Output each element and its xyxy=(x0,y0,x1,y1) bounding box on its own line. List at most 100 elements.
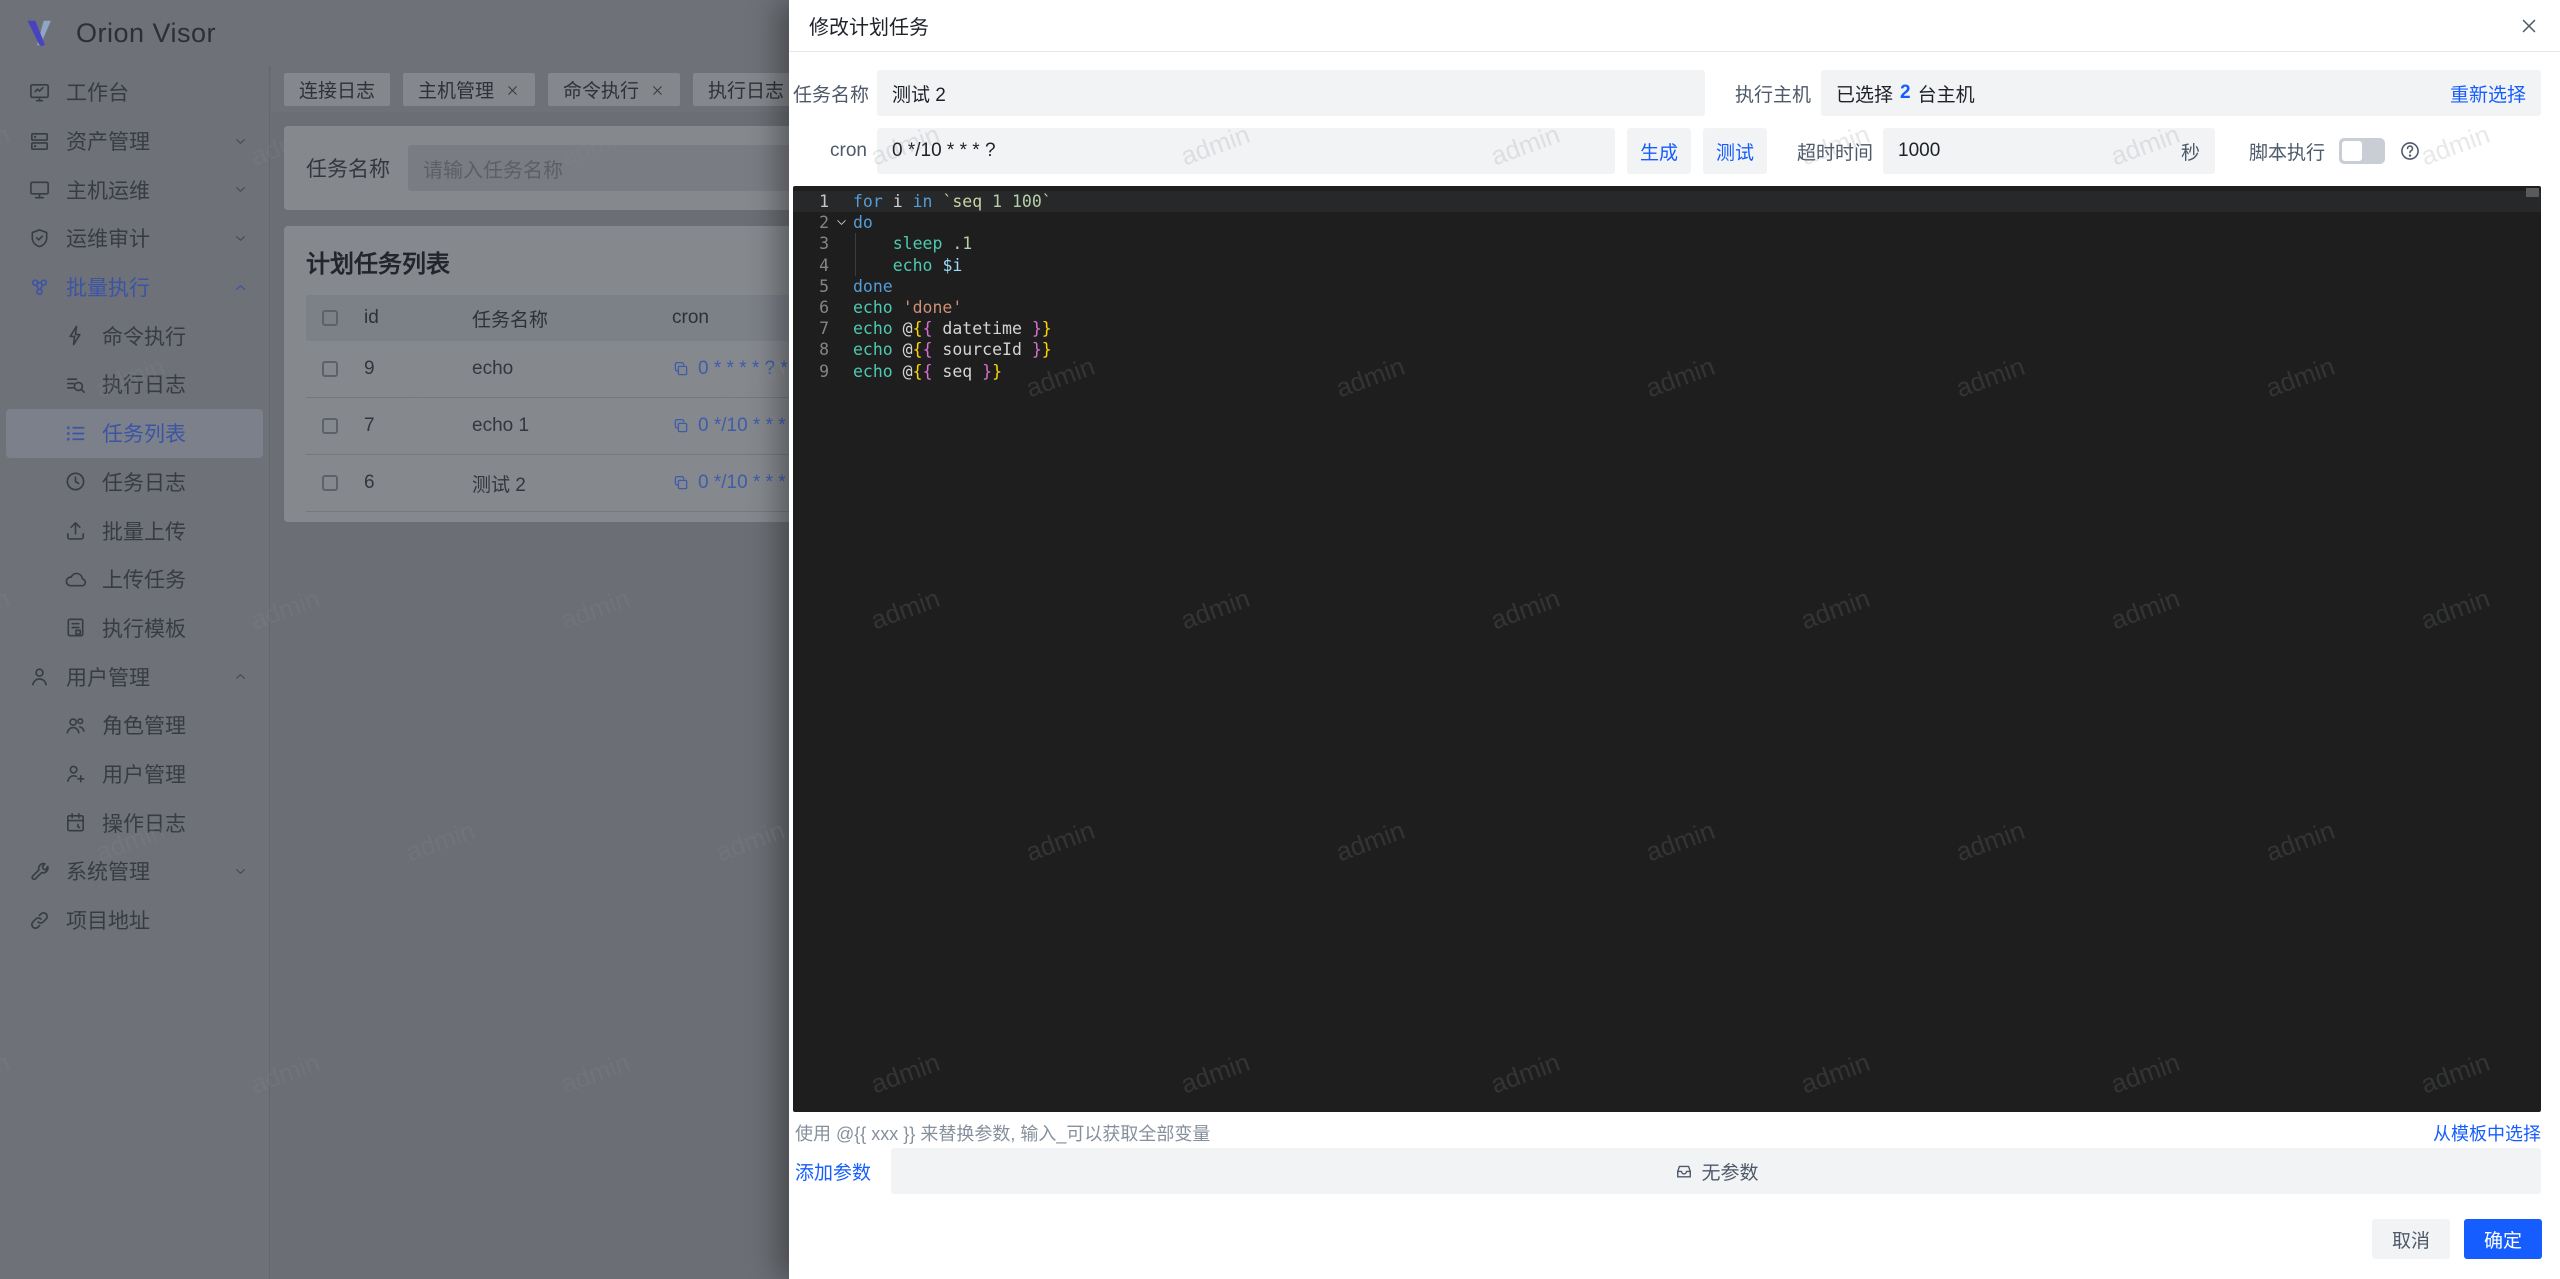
exec-host-field[interactable]: 已选择 2 台主机 重新选择 xyxy=(1821,70,2541,116)
fold-gutter xyxy=(829,339,853,360)
sidebar-item-exec-template[interactable]: 执行模板 xyxy=(6,604,263,653)
code-text: for i in `seq 1 100` xyxy=(853,191,2541,212)
cell-id: 9 xyxy=(364,358,472,380)
sidebar-item-user-mgmt[interactable]: 用户管理 xyxy=(6,652,263,701)
sidebar-item-task-list[interactable]: 任务列表 xyxy=(6,409,263,458)
task-name-value: 测试 2 xyxy=(892,80,946,107)
cancel-button[interactable]: 取消 xyxy=(2372,1219,2450,1259)
tab-label: 执行日志 xyxy=(708,76,784,103)
sidebar-item-role-mgmt[interactable]: 角色管理 xyxy=(6,701,263,750)
tab-命令执行[interactable]: 命令执行 xyxy=(548,73,680,106)
sidebar-item-host-ops[interactable]: 主机运维 xyxy=(6,165,263,214)
app-logo-icon xyxy=(22,13,62,53)
system-icon xyxy=(28,860,51,883)
script-code-editor[interactable]: 1 for i in `seq 1 100` 2 do 3 sleep .1 4… xyxy=(793,186,2541,1112)
cron-input[interactable]: 0 */10 * * * ? xyxy=(877,128,1615,174)
drawer-title: 修改计划任务 xyxy=(809,11,2518,40)
task-list-icon xyxy=(64,422,87,445)
test-cron-button[interactable]: 测试 xyxy=(1703,128,1767,174)
fold-gutter xyxy=(829,191,853,212)
edit-task-drawer: 修改计划任务 任务名称 测试 2 执行主机 已选择 2 台主机 重新选择 cro… xyxy=(789,0,2560,1279)
filter-label: 任务名称 xyxy=(306,153,390,183)
command-icon xyxy=(64,324,87,347)
confirm-button[interactable]: 确定 xyxy=(2464,1219,2542,1259)
sidebar-item-label: 工作台 xyxy=(66,77,249,107)
row-checkbox[interactable] xyxy=(322,361,338,377)
sidebar-item-workbench[interactable]: 工作台 xyxy=(6,68,263,117)
cron-text[interactable]: 0 * * * * ? * xyxy=(698,358,788,380)
sidebar-item-user-mgmt-sub[interactable]: 用户管理 xyxy=(6,750,263,799)
sidebar-item-command-exec[interactable]: 命令执行 xyxy=(6,311,263,360)
sidebar-item-label: 资产管理 xyxy=(66,126,232,156)
exec-host-label: 执行主机 xyxy=(1723,80,1811,107)
cron-text[interactable]: 0 */10 * * * ? xyxy=(698,415,802,437)
host-selected-suffix: 台主机 xyxy=(1918,80,1975,107)
code-text: echo @{{ seq }} xyxy=(853,361,2541,382)
help-icon[interactable] xyxy=(2399,140,2421,162)
sidebar-item-ops-audit[interactable]: 运维审计 xyxy=(6,214,263,263)
user-icon xyxy=(28,665,51,688)
sidebar-item-project-link[interactable]: 项目地址 xyxy=(6,896,263,945)
hint-row: 使用 @{{ xxx }} 来替换参数, 输入_可以获取全部变量 从模板中选择 xyxy=(795,1120,2541,1146)
drawer-header: 修改计划任务 xyxy=(789,0,2560,52)
add-param-button[interactable]: 添加参数 xyxy=(795,1158,871,1185)
reselect-hosts-link[interactable]: 重新选择 xyxy=(2450,80,2526,107)
tab-主机管理[interactable]: 主机管理 xyxy=(403,73,535,106)
close-icon[interactable] xyxy=(2518,15,2540,37)
sidebar-item-label: 操作日志 xyxy=(102,808,249,838)
fold-gutter xyxy=(829,297,853,318)
tab-close-icon[interactable] xyxy=(650,82,665,97)
sidebar-item-task-log[interactable]: 任务日志 xyxy=(6,458,263,507)
code-line: 9 echo @{{ seq }} xyxy=(793,361,2541,382)
sidebar-item-system-mgmt[interactable]: 系统管理 xyxy=(6,847,263,896)
editor-scrollbar-thumb[interactable] xyxy=(2526,188,2539,197)
copy-icon[interactable] xyxy=(672,417,690,435)
select-all-checkbox[interactable] xyxy=(322,310,338,326)
cron-text[interactable]: 0 */10 * * * ? xyxy=(698,472,802,494)
host-selected-prefix: 已选择 xyxy=(1836,80,1893,107)
code-text: done xyxy=(853,276,2541,297)
cron-value: 0 */10 * * * ? xyxy=(892,140,996,162)
col-name: 任务名称 xyxy=(472,305,672,332)
generate-cron-button[interactable]: 生成 xyxy=(1627,128,1691,174)
task-name-input[interactable]: 测试 2 xyxy=(877,70,1705,116)
tab-连接日志[interactable]: 连接日志 xyxy=(284,73,390,106)
fold-gutter xyxy=(829,361,853,382)
sidebar-item-label: 运维审计 xyxy=(66,223,232,253)
row-checkbox[interactable] xyxy=(322,418,338,434)
sidebar-item-asset-mgmt[interactable]: 资产管理 xyxy=(6,117,263,166)
sidebar-item-label: 任务日志 xyxy=(102,467,249,497)
tab-close-icon[interactable] xyxy=(505,82,520,97)
col-id: id xyxy=(364,307,472,329)
sidebar-item-op-log[interactable]: 操作日志 xyxy=(6,798,263,847)
cell-id: 6 xyxy=(364,472,472,494)
fold-gutter xyxy=(829,276,853,297)
user-add-icon xyxy=(64,762,87,785)
form-row-1: 任务名称 测试 2 执行主机 已选择 2 台主机 重新选择 xyxy=(793,70,2541,116)
chevron-down-icon xyxy=(232,181,249,198)
sidebar-item-label: 执行日志 xyxy=(102,369,249,399)
task-name-filter-input[interactable]: 请输入任务名称 xyxy=(408,145,790,191)
sidebar-item-batch-upload[interactable]: 批量上传 xyxy=(6,506,263,555)
line-number: 8 xyxy=(793,339,829,360)
line-number: 7 xyxy=(793,318,829,339)
timeout-input[interactable]: 1000 秒 xyxy=(1883,128,2215,174)
sidebar-item-upload-task[interactable]: 上传任务 xyxy=(6,555,263,604)
timeout-value: 1000 xyxy=(1898,140,1940,162)
select-from-template-link[interactable]: 从模板中选择 xyxy=(2433,1120,2541,1146)
sidebar-item-exec-log[interactable]: 执行日志 xyxy=(6,360,263,409)
asset-icon xyxy=(28,130,51,153)
script-exec-toggle[interactable] xyxy=(2339,138,2385,164)
tab-label: 主机管理 xyxy=(418,76,494,103)
upload-icon xyxy=(64,519,87,542)
code-text: echo @{{ sourceId }} xyxy=(853,339,2541,360)
sidebar-item-label: 命令执行 xyxy=(102,321,249,351)
sidebar-item-batch-exec[interactable]: 批量执行 xyxy=(6,263,263,312)
copy-icon[interactable] xyxy=(672,360,690,378)
form-row-2: cron 0 */10 * * * ? 生成 测试 超时时间 1000 秒 脚本… xyxy=(793,128,2541,174)
sidebar-item-label: 执行模板 xyxy=(102,613,249,643)
row-checkbox[interactable] xyxy=(322,475,338,491)
copy-icon[interactable] xyxy=(672,474,690,492)
chevron-down-icon xyxy=(232,863,249,880)
fold-chevron-icon[interactable] xyxy=(829,212,853,233)
